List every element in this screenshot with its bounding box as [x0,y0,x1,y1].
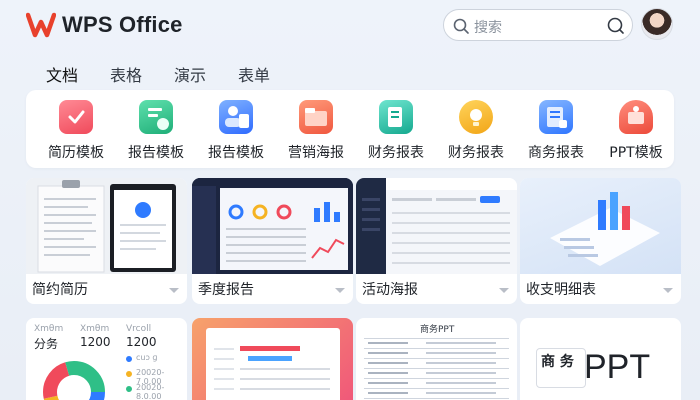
table-header: Χmθm [80,324,110,334]
category-resume[interactable]: 简历模板 [40,100,112,162]
category-report-2[interactable]: 报告模板 [200,100,272,162]
app-logo[interactable]: WPS Office [26,12,183,38]
top-bar: WPS Office 搜索 [0,0,700,52]
pie-chart-graphic [43,361,105,400]
resume-icon [59,100,93,134]
wps-logo-icon [26,12,56,38]
template-thumbnail [26,178,187,274]
template-card-business-ppt[interactable]: 商务PPT [356,318,517,400]
template-card-event-poster[interactable]: 活动海报 [356,178,517,304]
chevron-down-icon[interactable] [335,288,345,293]
template-title: 活动海报 [362,282,418,298]
legend-label: cuɔ ɡ [136,353,158,362]
category-panel: 简历模板 报告模板 报告模板 营销海报 财务报表 财务报表 商务报表 PPT模板 [26,90,674,168]
legend-dot [126,371,132,377]
category-label: 商务报表 [528,145,584,161]
category-report[interactable]: 报告模板 [120,100,192,162]
template-badge: 商 务 [541,354,574,370]
search-box[interactable]: 搜索 [443,9,633,41]
category-finance-2[interactable]: 财务报表 [440,100,512,162]
search-icon [453,18,469,34]
template-card-pie-chart[interactable]: Χmθm Χmθm Vrcoll 分务 1200 1200 cuɔ ɡ 2002… [26,318,187,400]
chevron-down-icon[interactable] [499,288,509,293]
template-card-income-expense[interactable]: 收支明细表 [520,178,681,304]
finance-icon [379,100,413,134]
template-thumbnail [520,178,681,274]
table-cell: 分务 [34,337,59,351]
template-thumbnail [356,178,517,274]
legend-dot [126,356,132,362]
template-thumbnail [192,178,353,274]
category-label: 财务报表 [368,145,424,161]
legend-label: 20020-8.0.00 [136,383,165,400]
template-title: 收支明细表 [526,282,596,298]
app-name: WPS Office [62,12,183,37]
search-submit-icon[interactable] [606,16,626,36]
category-label: 简历模板 [48,145,104,161]
template-card-ppt[interactable]: 商 务 PPT [520,318,681,400]
category-label: 财务报表 [448,145,504,161]
template-title: 简约简历 [32,282,88,298]
search-placeholder[interactable]: 搜索 [474,17,502,37]
finance-bulb-icon [459,100,493,134]
category-finance[interactable]: 财务报表 [360,100,432,162]
category-label: 报告模板 [208,145,264,161]
category-business[interactable]: 商务报表 [520,100,592,162]
ppt-icon [619,100,653,134]
table-cell: 1200 [80,335,111,349]
template-ppt-text: PPT [584,348,651,386]
template-title: 季度报告 [198,282,254,298]
business-icon [539,100,573,134]
template-card-quarterly-report[interactable]: 季度报告 [192,178,353,304]
category-label: 营销海报 [288,145,344,161]
poster-folder-icon [299,100,333,134]
user-avatar[interactable] [641,8,673,40]
chevron-down-icon[interactable] [663,288,673,293]
report-icon [139,100,173,134]
table-header: Vrcoll [126,324,152,334]
template-thumbnail [206,328,340,400]
table-cell: 1200 [126,335,157,349]
template-card-gantt[interactable] [192,318,353,400]
template-badge-box: 商 务 [536,348,586,388]
table-header: Χmθm [34,324,64,334]
chevron-down-icon[interactable] [169,288,179,293]
category-label: PPT模板 [609,145,663,161]
category-marketing-poster[interactable]: 营销海报 [280,100,352,162]
category-ppt[interactable]: PPT模板 [600,100,672,162]
legend-dot [126,386,132,392]
report-user-icon [219,100,253,134]
category-label: 报告模板 [128,145,184,161]
template-card-resume[interactable]: 简约简历 [26,178,187,304]
template-inner-title: 商务PPT [420,325,455,335]
